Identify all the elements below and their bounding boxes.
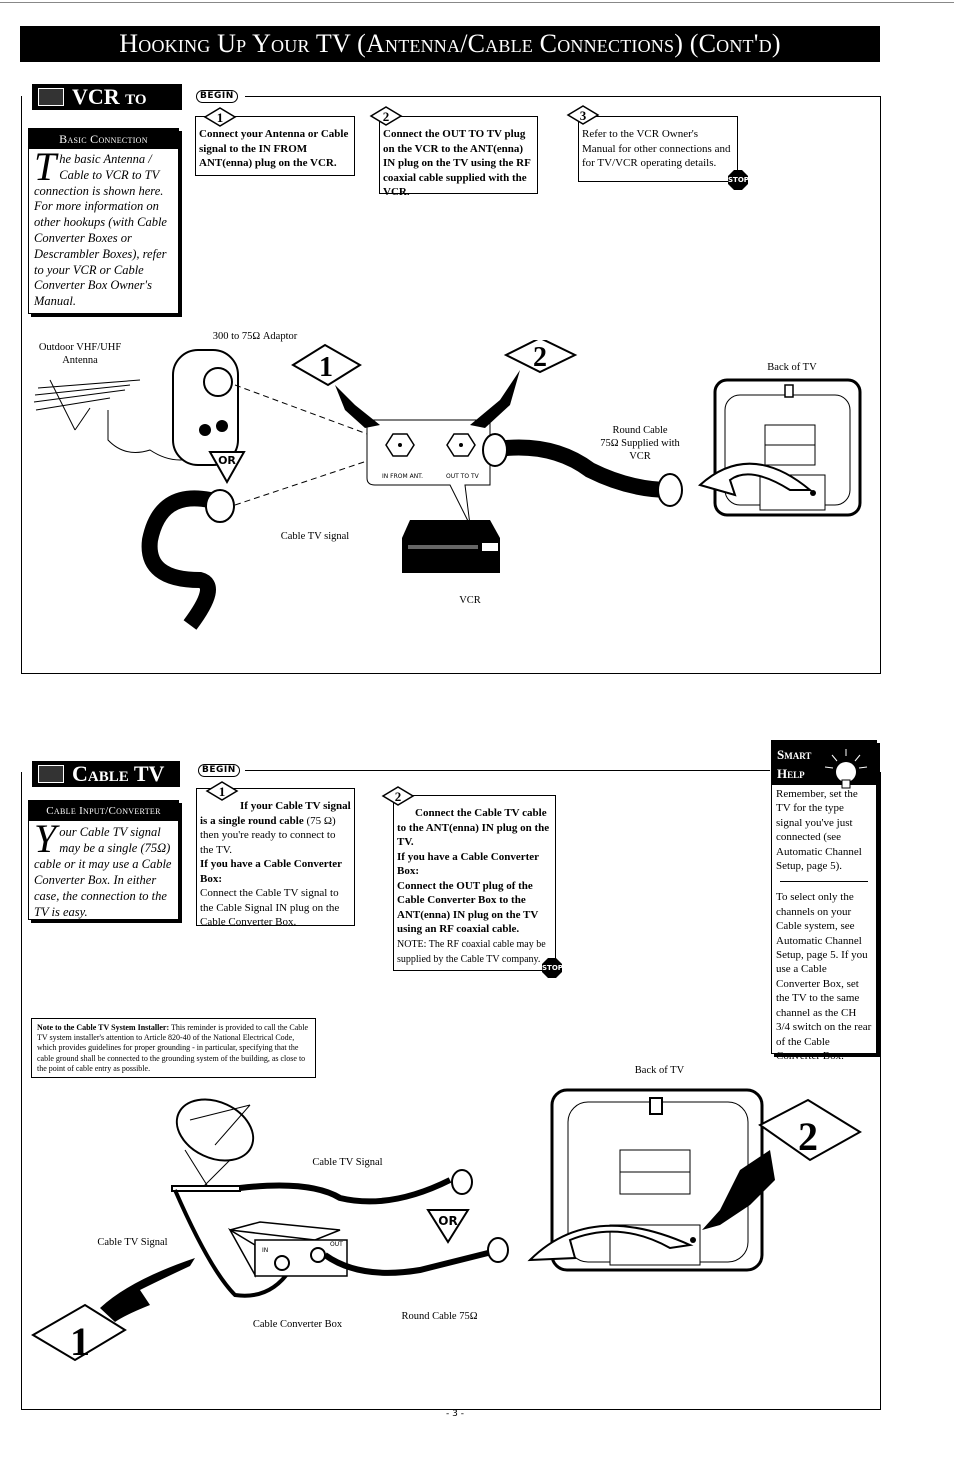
svg-text:2: 2 [533, 342, 547, 373]
svg-text:2: 2 [383, 109, 390, 124]
back-of-tv-label: Back of TV [767, 362, 817, 373]
cable-tv-signal-top-label: Cable TV Signal [312, 1157, 383, 1168]
satellite-dish-icon [171, 1098, 255, 1192]
page-title: Hooking Up Your TV (Antenna/Cable Connec… [20, 26, 880, 62]
cable-section-header: Cable TV [32, 761, 180, 787]
svg-text:2: 2 [798, 1114, 818, 1159]
step-3-bottom-rule [578, 181, 728, 182]
dropcap: T [34, 144, 57, 189]
step-2-bottom-rule [393, 970, 543, 971]
svg-text:OR: OR [218, 454, 236, 467]
back-of-tv-label: Back of TV [634, 1065, 685, 1076]
round-cable-75-label: Round Cable 75Ω [401, 1311, 478, 1322]
cable-input-box: Cable Input/Converter Your Cable TV sign… [28, 800, 179, 920]
svg-text:1: 1 [217, 110, 224, 125]
vcr-section-header: VCR to TV [32, 84, 182, 135]
cable-section-title: Cable TV [72, 761, 165, 786]
vcr-step-3: Refer to the VCR Owner's Manual for othe… [578, 116, 738, 182]
cable-step-1: If your Cable TV signal is a single roun… [196, 788, 355, 928]
step-3-diamond-icon: 3 [566, 105, 600, 125]
cable-input-text: Your Cable TV signal may be a single (75… [34, 816, 172, 920]
vcr-label: VCR [459, 595, 481, 606]
adaptor-icon [172, 349, 239, 466]
round-cable-75 [323, 1247, 501, 1276]
page-number: - 3 - [446, 1409, 464, 1419]
svg-text:OR: OR [438, 1214, 457, 1228]
step-2-diamond-icon: 2 [369, 106, 403, 126]
cable-step-2: Connect the Cable TV cable to the ANT(en… [393, 795, 556, 971]
cable-tv-signal-cable [239, 1177, 452, 1205]
dropcap: Y [34, 816, 57, 861]
smart-help-para-2: To select only the channels on your Cabl… [776, 891, 872, 1062]
stop-icon: STOP [728, 170, 748, 190]
cable-tv-signal-cable [141, 490, 216, 630]
svg-text:2: 2 [395, 789, 402, 804]
basic-connection-box: Basic Connection The basic Antenna / Cab… [28, 128, 179, 314]
cable-converter-box-label: Cable Converter Box [252, 1319, 343, 1330]
step-1-diamond-icon: 1 [203, 107, 237, 127]
round-cable-label: Round Cable 75Ω Supplied with VCR [600, 425, 680, 462]
step-2-diamond-icon: 2 [381, 786, 415, 806]
or-icon: OR [426, 1209, 470, 1244]
svg-text:IN FROM ANT.: IN FROM ANT. [382, 473, 423, 480]
hand-1-pointer-icon: 1 [31, 1258, 195, 1364]
svg-text:1: 1 [70, 1319, 90, 1364]
svg-text:OUT: OUT [330, 1241, 343, 1248]
stop-icon: STOP [542, 958, 562, 978]
svg-text:3: 3 [580, 108, 587, 123]
cable-converter-box-icon: IN OUT [227, 1221, 348, 1278]
tv-back-icon [527, 1088, 764, 1272]
cable-tv-signal-left-label: Cable TV Signal [97, 1237, 168, 1248]
lightbulb-icon [824, 749, 868, 789]
smart-help-heading: Smart Help [772, 741, 876, 789]
vcr-device-icon [402, 520, 500, 573]
vcr-diagram: OR IN FROM ANT. OUT TO TV 1 2 [33, 340, 862, 630]
top-rule [0, 2, 954, 3]
vcr-icon [38, 88, 64, 106]
cable-connector-icon [38, 765, 64, 783]
hand-1-pointer-icon: 1 [291, 343, 380, 428]
cable-tv-signal-label: Cable TV signal [280, 531, 350, 542]
basic-connection-text: The basic Antenna / Cable to VCR to TV c… [34, 144, 167, 309]
smart-help-para-1: Remember, set the TV for the type signal… [776, 788, 862, 873]
svg-text:1: 1 [219, 784, 226, 799]
begin-badge: BEGIN [196, 90, 238, 103]
vcr-step-2: Connect the OUT TO TV plug on the VCR to… [379, 116, 538, 198]
tv-back-icon [697, 378, 862, 517]
begin-badge: BEGIN [198, 764, 240, 777]
vcr-connector-panel: IN FROM ANT. OUT TO TV [366, 419, 491, 526]
or-icon: OR [208, 451, 246, 485]
smart-help-divider [780, 881, 868, 883]
cable-input-heading: Cable Input/Converter [29, 801, 178, 821]
installer-note: Note to the Cable TV System Installer: T… [31, 1018, 316, 1078]
hand-2-pointer-icon: 2 [470, 340, 578, 428]
svg-text:IN: IN [262, 1247, 268, 1254]
smart-help-box: Smart Help Remember, set the TV for the … [771, 740, 877, 1062]
svg-text:1: 1 [319, 352, 333, 383]
vcr-section-top-rule [245, 96, 881, 97]
cable-section-top-rule [245, 770, 770, 771]
step-1-diamond-icon: 1 [205, 781, 239, 801]
svg-text:OUT TO TV: OUT TO TV [446, 473, 480, 480]
